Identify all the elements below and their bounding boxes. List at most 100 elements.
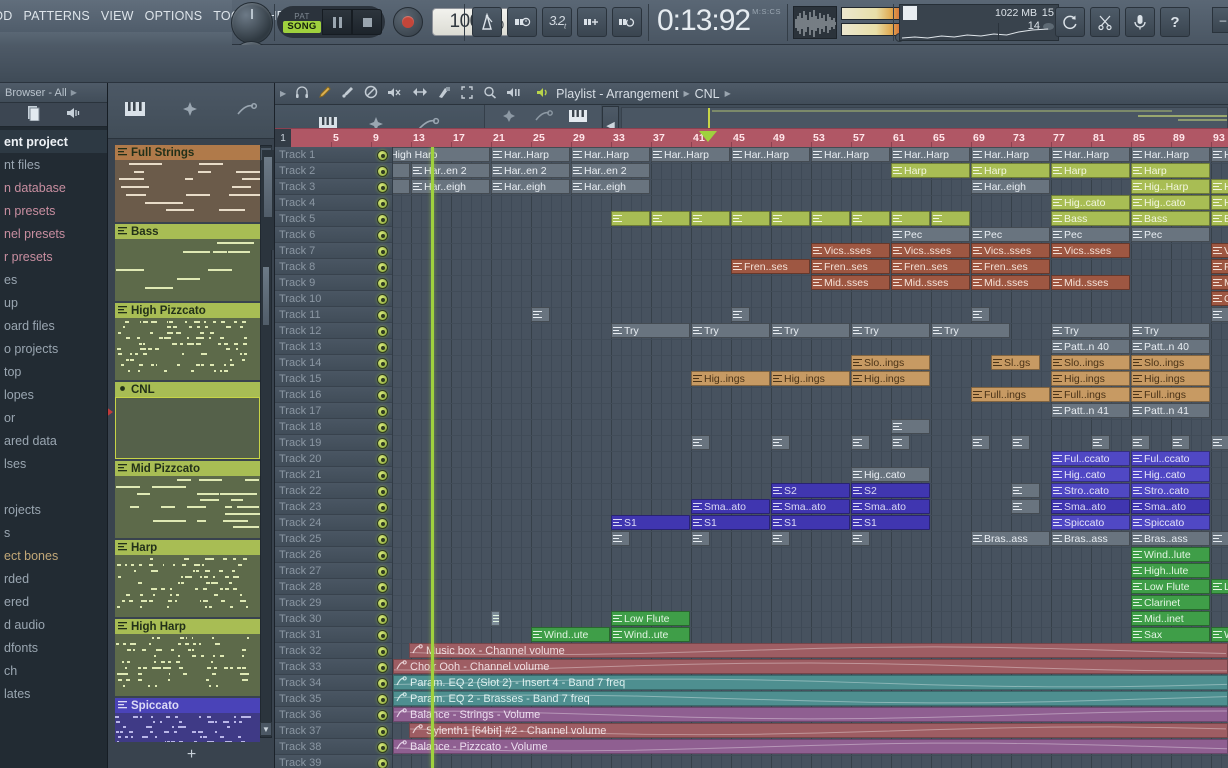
playback-icon[interactable] (506, 86, 522, 102)
playlist-clip[interactable]: High Harp (1211, 179, 1228, 194)
playlist-clip[interactable]: Try (1131, 323, 1210, 338)
picker-automation-icon[interactable] (234, 101, 258, 120)
track-enable-led[interactable] (377, 438, 388, 449)
track-enable-led[interactable] (377, 374, 388, 385)
playlist-grid[interactable]: Harping - High Harp Har..Harp Har..Harp Har… (393, 147, 1228, 768)
playlist-clip[interactable]: Full..ings (1051, 387, 1130, 402)
automation-clip[interactable]: Choir Ooh - Channel volume (393, 659, 1228, 674)
track-enable-led[interactable] (377, 502, 388, 513)
playlist-clip[interactable]: Pec (1051, 227, 1130, 242)
playlist-clip[interactable] (731, 307, 750, 322)
playlist-clip[interactable]: Hig..ings (771, 371, 850, 386)
playlist-clip[interactable]: Bass (1211, 211, 1228, 226)
stop-button[interactable] (352, 9, 382, 35)
browser-item[interactable]: nel presets (0, 222, 107, 245)
playlist-clip[interactable]: Harp (1051, 163, 1130, 178)
playlist-clip[interactable]: High..lute (1131, 563, 1210, 578)
automation-clip[interactable]: Balance - Strings - Volume (393, 707, 1228, 722)
playlist-clip[interactable]: Mid..sses (891, 275, 970, 290)
track-enable-led[interactable] (377, 326, 388, 337)
menu-item-patterns[interactable]: PATTERNS (23, 9, 89, 23)
browser-item[interactable]: nt files (0, 153, 107, 176)
playlist-clip[interactable]: Mid..sses (971, 275, 1050, 290)
playlist-clip[interactable]: Har..en 2 (411, 163, 490, 178)
playlist-clip[interactable]: Har..eigh (393, 179, 410, 194)
mute-speaker-icon[interactable] (387, 86, 403, 102)
track-row[interactable]: Track 22 (275, 483, 392, 499)
playlist-clip[interactable]: Wind..ute (531, 627, 610, 642)
playlist-clip[interactable] (531, 307, 550, 322)
playlist-clip[interactable]: S1 (771, 515, 850, 530)
browser-file-icon[interactable] (26, 105, 41, 124)
track-row[interactable]: Track 8 (275, 259, 392, 275)
track-row[interactable]: Track 21 (275, 467, 392, 483)
playlist-clip[interactable] (891, 435, 910, 450)
track-enable-led[interactable] (377, 534, 388, 545)
track-enable-led[interactable] (377, 694, 388, 705)
track-enable-led[interactable] (377, 214, 388, 225)
track-enable-led[interactable] (377, 166, 388, 177)
browser-item[interactable]: ch (0, 659, 107, 682)
track-row[interactable]: Track 7 (275, 243, 392, 259)
track-enable-led[interactable] (377, 486, 388, 497)
playlist-clip[interactable]: Sma..ato (1051, 499, 1130, 514)
browser-item[interactable]: lses (0, 452, 107, 475)
playlist-clip[interactable] (1211, 435, 1228, 450)
nchp-automation-icon[interactable] (533, 109, 555, 126)
count-in-icon[interactable]: 3.2t (542, 7, 572, 37)
automation-clip[interactable]: Param. EQ 2 - Brasses - Band 7 freq (393, 691, 1228, 706)
browser-item[interactable]: s (0, 521, 107, 544)
track-enable-led[interactable] (377, 742, 388, 753)
playlist-clip[interactable]: Hig..Harp (1131, 179, 1210, 194)
track-row[interactable]: Track 14 (275, 355, 392, 371)
pattern-item[interactable]: High Pizzcato (115, 303, 260, 380)
track-row[interactable]: Track 11 (275, 307, 392, 323)
playlist-clip[interactable]: Sma..ato (851, 499, 930, 514)
browser-item[interactable]: ent project (0, 130, 107, 153)
playlist-clip[interactable] (611, 531, 630, 546)
track-enable-led[interactable] (377, 422, 388, 433)
playlist-clip[interactable]: Hig..ings (1131, 371, 1210, 386)
playlist-clip[interactable]: Hig..cato (1051, 467, 1130, 482)
playlist-clip[interactable]: Spiccato (1131, 515, 1210, 530)
playlist-clip[interactable] (731, 211, 770, 226)
track-row[interactable]: Track 4 (275, 195, 392, 211)
playlist-clip[interactable]: Vics..sses (1211, 243, 1228, 258)
track-row[interactable]: Track 2 (275, 163, 392, 179)
playlist-clip[interactable]: Har..Harp (491, 147, 570, 162)
playlist-clip[interactable] (691, 435, 710, 450)
picker-scroll-down-icon[interactable]: ▼ (260, 722, 272, 736)
track-row[interactable]: Track 30 (275, 611, 392, 627)
slice-icon[interactable] (437, 86, 451, 102)
playhead-marker[interactable] (699, 131, 717, 142)
playlist-clip[interactable]: Pec (1131, 227, 1210, 242)
playlist-clip[interactable] (891, 211, 930, 226)
track-enable-led[interactable] (377, 518, 388, 529)
playlist-clip[interactable]: Hig..cato (1131, 467, 1210, 482)
headphone-icon[interactable] (295, 85, 309, 102)
track-row[interactable]: Track 1 (275, 147, 392, 163)
refresh-icon[interactable] (1055, 7, 1085, 37)
playlist-clip[interactable]: Sax (1131, 627, 1210, 642)
playlist-clip[interactable] (931, 211, 970, 226)
automation-clip[interactable]: Sylenth1 [64bit] #2 - Channel volume (409, 723, 1228, 738)
browser-item[interactable]: rded (0, 567, 107, 590)
nchp-audio-icon[interactable] (498, 109, 520, 126)
select-icon[interactable] (460, 85, 474, 102)
playlist-speaker-icon[interactable] (536, 86, 551, 102)
playlist-clip[interactable]: Fren..ses (811, 259, 890, 274)
playlist-clip[interactable]: Try (691, 323, 770, 338)
playlist-clip[interactable]: Sma..ato (1131, 499, 1210, 514)
track-enable-led[interactable] (377, 230, 388, 241)
play-pause-button[interactable] (322, 9, 352, 35)
playlist-clip[interactable] (1011, 499, 1040, 514)
track-enable-led[interactable] (377, 342, 388, 353)
window-minimize-button[interactable]: – (1212, 7, 1228, 33)
pattern-item[interactable]: Full Strings (115, 145, 260, 222)
track-enable-led[interactable] (377, 598, 388, 609)
playlist-clip[interactable]: Har..en 2 (571, 163, 650, 178)
playlist-clip[interactable]: Bras..ass (1131, 531, 1210, 546)
picker-audio-icon[interactable] (178, 101, 202, 120)
playlist-clip[interactable]: S1 (611, 515, 690, 530)
track-row[interactable]: Track 24 (275, 515, 392, 531)
